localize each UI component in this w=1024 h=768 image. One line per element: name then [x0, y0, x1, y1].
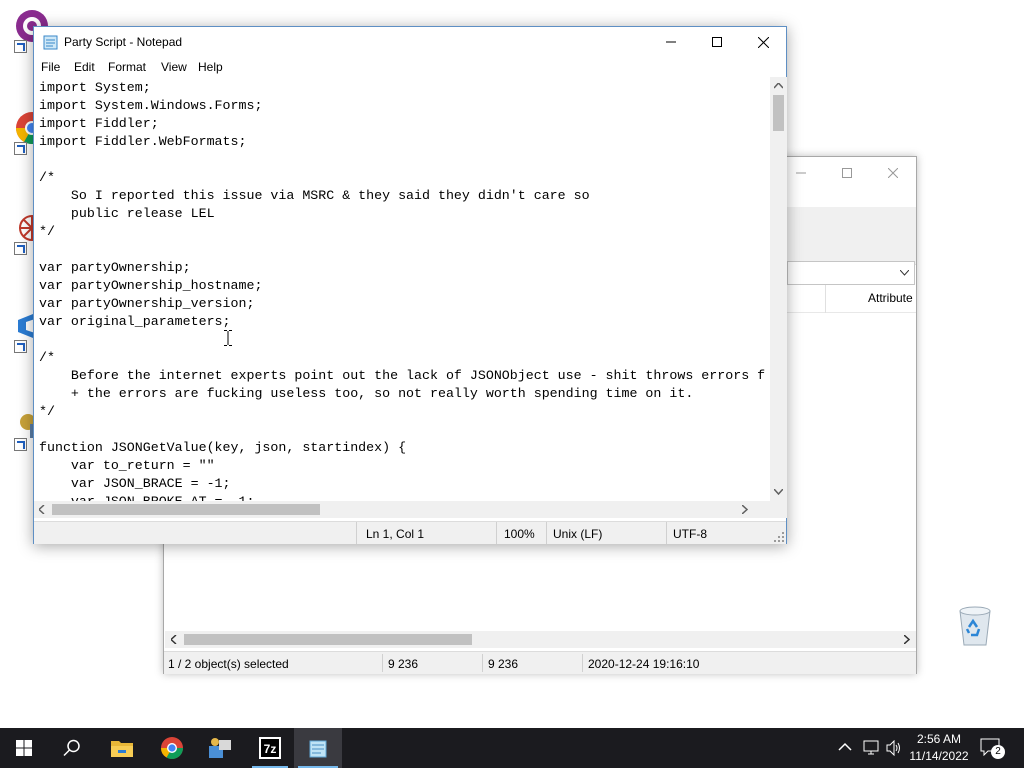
status-divider — [482, 654, 483, 672]
address-dropdown[interactable] — [787, 261, 915, 285]
recycle-bin[interactable] — [955, 603, 995, 647]
vertical-scrollbar[interactable] — [770, 77, 787, 501]
scrollbar-thumb[interactable] — [184, 634, 472, 645]
search-icon — [63, 739, 80, 757]
close-icon — [757, 36, 769, 48]
minimize-icon — [796, 172, 806, 173]
maximize-button[interactable] — [824, 157, 870, 188]
notepad-icon — [43, 35, 58, 50]
shortcut-arrow-icon — [14, 340, 27, 353]
close-icon — [888, 167, 898, 178]
network-icon[interactable] — [862, 740, 880, 756]
clock-date: 11/14/2022 — [909, 749, 969, 763]
status-zoom: 100% — [504, 527, 535, 541]
status-divider — [496, 522, 497, 544]
maximize-icon — [842, 167, 852, 178]
shortcut-arrow-icon — [14, 142, 27, 155]
taskbar-notepad[interactable] — [294, 728, 342, 768]
volume-icon[interactable] — [886, 740, 902, 756]
notepad-titlebar[interactable]: Party Script - Notepad — [34, 27, 786, 57]
status-divider — [666, 522, 667, 544]
action-center-button[interactable]: 2 — [980, 738, 1005, 760]
status-divider — [382, 654, 383, 672]
taskbar-7zip[interactable]: 7z — [246, 728, 294, 768]
status-line-ending: Unix (LF) — [553, 527, 603, 541]
chrome-icon — [161, 737, 183, 759]
scrollbar-thumb[interactable] — [773, 95, 784, 131]
status-size: 9 236 — [388, 657, 419, 671]
status-modified: 2020-12-24 19:16:10 — [588, 657, 700, 671]
scrollbar-thumb[interactable] — [52, 504, 320, 515]
menu-edit[interactable]: Edit — [74, 60, 95, 74]
scroll-right-icon[interactable] — [904, 635, 910, 644]
notification-count-badge: 2 — [991, 745, 1005, 759]
status-cursor-position: Ln 1, Col 1 — [366, 527, 425, 541]
close-button[interactable] — [870, 157, 916, 188]
taskbar: 7z 2:56 AM 11/14/2022 2 — [0, 728, 1024, 768]
scroll-down-icon[interactable] — [774, 489, 783, 495]
search-button[interactable] — [48, 728, 96, 768]
status-divider — [356, 522, 357, 544]
horizontal-scrollbar[interactable] — [34, 501, 770, 518]
clock-time: 2:56 AM — [916, 732, 962, 746]
status-divider — [582, 654, 583, 672]
7zip-icon: 7z — [259, 737, 281, 759]
scroll-right-icon[interactable] — [742, 505, 748, 514]
menu-file[interactable]: File — [41, 60, 60, 74]
status-divider — [546, 522, 547, 544]
shortcut-arrow-icon — [14, 438, 27, 451]
svg-text:7z: 7z — [264, 742, 277, 756]
archive-statusbar: 1 / 2 object(s) selected 9 236 9 236 202… — [164, 651, 916, 674]
archive-horizontal-scrollbar[interactable] — [165, 631, 916, 648]
notepad-window[interactable]: Party Script - Notepad File Edit Format … — [33, 26, 787, 544]
notepad-statusbar: Ln 1, Col 1 100% Unix (LF) UTF-8 — [34, 521, 786, 544]
minimize-button[interactable] — [648, 27, 694, 57]
column-divider[interactable] — [825, 285, 826, 313]
windows-logo-icon — [16, 740, 32, 756]
text-editor[interactable]: import System; import System.Windows.For… — [34, 77, 770, 501]
editor-content[interactable]: import System; import System.Windows.For… — [39, 79, 765, 501]
setup-icon — [209, 738, 231, 758]
status-selection: 1 / 2 object(s) selected — [168, 657, 289, 671]
menu-help[interactable]: Help — [198, 60, 223, 74]
window-title: Party Script - Notepad — [64, 35, 183, 49]
taskbar-chrome[interactable] — [148, 728, 196, 768]
show-hidden-icons-icon[interactable] — [838, 740, 852, 754]
start-button[interactable] — [0, 728, 48, 768]
shortcut-arrow-icon — [14, 242, 27, 255]
menu-bar: File Edit Format View Help — [34, 57, 786, 77]
scroll-left-icon[interactable] — [39, 505, 45, 514]
maximize-icon — [712, 37, 722, 47]
clock[interactable]: 2:56 AM 11/14/2022 — [906, 731, 972, 765]
taskbar-setup[interactable] — [196, 728, 244, 768]
close-button[interactable] — [740, 27, 786, 57]
status-packed-size: 9 236 — [488, 657, 519, 671]
file-explorer-icon — [111, 741, 133, 757]
scroll-up-icon[interactable] — [774, 83, 783, 89]
menu-format[interactable]: Format — [108, 60, 146, 74]
status-encoding: UTF-8 — [673, 527, 707, 541]
column-header-attribute[interactable]: Attribute — [868, 291, 913, 305]
menu-view[interactable]: View — [161, 60, 187, 74]
minimize-icon — [666, 41, 676, 43]
chevron-down-icon — [900, 270, 909, 276]
scrollbar-corner — [770, 501, 787, 518]
taskbar-file-explorer[interactable] — [98, 728, 146, 768]
maximize-button[interactable] — [694, 27, 740, 57]
notepad-icon — [309, 740, 327, 758]
shortcut-arrow-icon — [14, 40, 27, 53]
column-header-row: Attribute — [787, 285, 916, 313]
resize-grip-icon[interactable] — [774, 532, 784, 542]
recycle-bin-icon — [959, 606, 991, 646]
text-cursor-icon — [224, 330, 232, 346]
scroll-left-icon[interactable] — [171, 635, 177, 644]
